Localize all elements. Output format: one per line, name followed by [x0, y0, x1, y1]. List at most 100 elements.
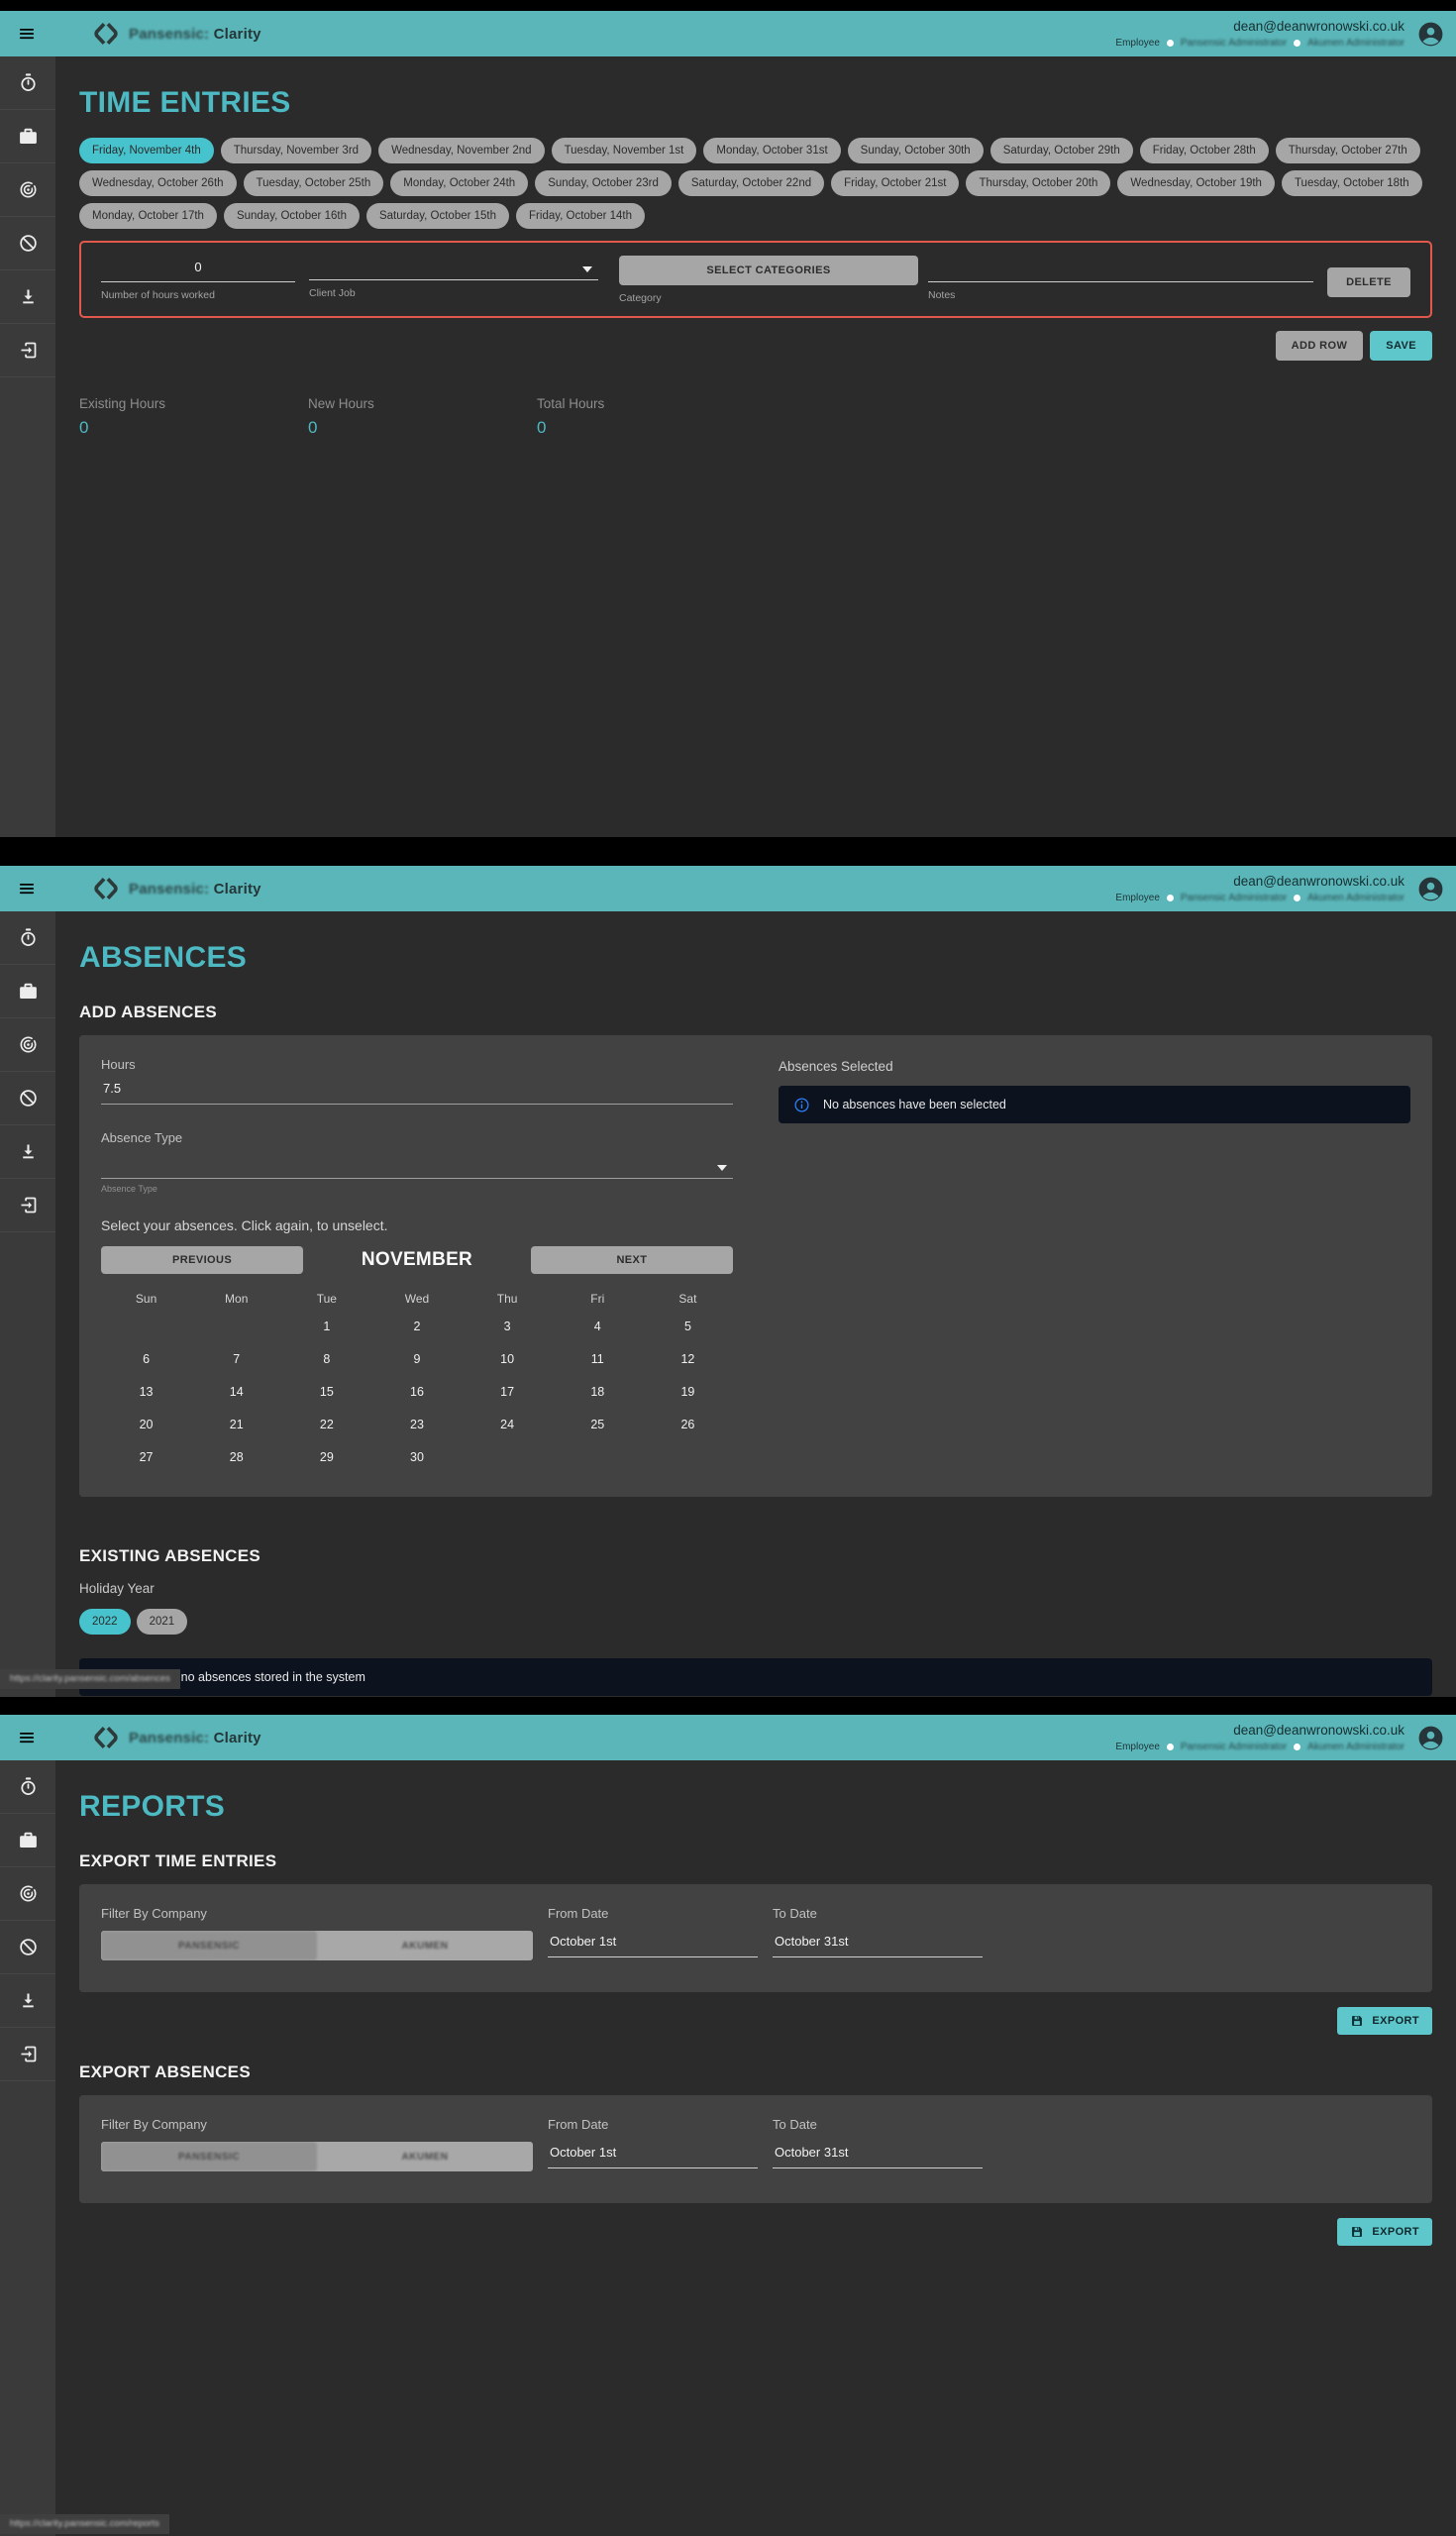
- save-button[interactable]: SAVE: [1370, 331, 1432, 361]
- sidebar-item-briefcase[interactable]: [0, 965, 55, 1018]
- sidebar-item-exit[interactable]: [0, 2028, 55, 2081]
- calendar-day[interactable]: 25: [553, 1408, 643, 1440]
- sidebar-item-track[interactable]: [0, 1018, 55, 1072]
- calendar-day[interactable]: 21: [191, 1408, 281, 1440]
- calendar-day[interactable]: 11: [553, 1342, 643, 1375]
- calendar-day[interactable]: 13: [101, 1375, 191, 1408]
- day-chip[interactable]: Monday, October 31st: [703, 138, 840, 163]
- export-time-entries-button[interactable]: EXPORT: [1337, 2007, 1432, 2035]
- calendar-day[interactable]: 20: [101, 1408, 191, 1440]
- calendar-day[interactable]: 17: [463, 1375, 553, 1408]
- account-icon[interactable]: [1417, 21, 1444, 48]
- add-row-button[interactable]: ADD ROW: [1276, 331, 1364, 361]
- calendar-day[interactable]: 22: [281, 1408, 371, 1440]
- calendar-day[interactable]: 6: [101, 1342, 191, 1375]
- day-chip[interactable]: Wednesday, November 2nd: [378, 138, 545, 163]
- calendar-day[interactable]: 29: [281, 1440, 371, 1473]
- day-chip[interactable]: Saturday, October 29th: [990, 138, 1133, 163]
- company-option-akumen[interactable]: AKUMEN: [317, 2142, 533, 2171]
- day-chip[interactable]: Tuesday, November 1st: [552, 138, 697, 163]
- export-absences-button[interactable]: EXPORT: [1337, 2218, 1432, 2246]
- hamburger-menu-button[interactable]: [14, 1725, 40, 1750]
- calendar-next-button[interactable]: NEXT: [531, 1246, 733, 1274]
- day-chip[interactable]: Wednesday, October 19th: [1117, 170, 1275, 196]
- calendar-day[interactable]: 19: [643, 1375, 733, 1408]
- sidebar-item-exit[interactable]: [0, 1179, 55, 1232]
- calendar-day[interactable]: 30: [371, 1440, 462, 1473]
- to-date-input[interactable]: October 31st: [773, 1934, 983, 1957]
- from-date-input[interactable]: October 1st: [548, 1934, 758, 1957]
- day-chip[interactable]: Tuesday, October 25th: [244, 170, 384, 196]
- sidebar-item-block[interactable]: [0, 217, 55, 270]
- sidebar-item-track[interactable]: [0, 1867, 55, 1921]
- sidebar-item-download[interactable]: [0, 1974, 55, 2028]
- sidebar-item-block[interactable]: [0, 1072, 55, 1125]
- sidebar-item-timer[interactable]: [0, 1760, 55, 1814]
- company-option-pansensic[interactable]: PANSENSIC: [101, 1931, 317, 1960]
- holiday-year-chip[interactable]: 2022: [79, 1609, 131, 1635]
- calendar-day[interactable]: 23: [371, 1408, 462, 1440]
- calendar-day[interactable]: 27: [101, 1440, 191, 1473]
- user-role: Employee: [1115, 38, 1159, 49]
- to-date-input[interactable]: October 31st: [773, 2145, 983, 2168]
- day-chip[interactable]: Saturday, October 22nd: [678, 170, 824, 196]
- hours-input[interactable]: [101, 256, 295, 282]
- from-date-input[interactable]: October 1st: [548, 2145, 758, 2168]
- calendar-day[interactable]: 18: [553, 1375, 643, 1408]
- calendar-previous-button[interactable]: PREVIOUS: [101, 1246, 303, 1274]
- day-chip[interactable]: Thursday, October 27th: [1276, 138, 1420, 163]
- day-chip[interactable]: Monday, October 17th: [79, 203, 217, 229]
- holiday-year-chip[interactable]: 2021: [137, 1609, 188, 1635]
- day-chip[interactable]: Sunday, October 16th: [224, 203, 360, 229]
- day-chip[interactable]: Saturday, October 15th: [366, 203, 509, 229]
- sidebar-item-track[interactable]: [0, 163, 55, 217]
- absence-type-select[interactable]: [101, 1153, 733, 1179]
- day-chip[interactable]: Monday, October 24th: [390, 170, 528, 196]
- calendar-day[interactable]: 28: [191, 1440, 281, 1473]
- hamburger-menu-button[interactable]: [14, 21, 40, 47]
- calendar-day[interactable]: 26: [643, 1408, 733, 1440]
- delete-button[interactable]: DELETE: [1327, 267, 1410, 297]
- hamburger-menu-button[interactable]: [14, 876, 40, 901]
- sidebar-item-download[interactable]: [0, 270, 55, 324]
- day-chip[interactable]: Sunday, October 23rd: [535, 170, 672, 196]
- calendar-day[interactable]: 24: [463, 1408, 553, 1440]
- company-option-akumen[interactable]: AKUMEN: [317, 1931, 533, 1960]
- notes-input[interactable]: [928, 256, 1313, 282]
- day-chip[interactable]: Thursday, October 20th: [966, 170, 1110, 196]
- calendar-day[interactable]: 16: [371, 1375, 462, 1408]
- calendar-day[interactable]: 10: [463, 1342, 553, 1375]
- select-categories-button[interactable]: SELECT CATEGORIES: [619, 256, 918, 285]
- account-icon[interactable]: [1417, 876, 1444, 902]
- calendar-day[interactable]: 12: [643, 1342, 733, 1375]
- day-chip[interactable]: Thursday, November 3rd: [221, 138, 371, 163]
- sidebar-item-timer[interactable]: [0, 911, 55, 965]
- sidebar-item-block[interactable]: [0, 1921, 55, 1974]
- day-chip[interactable]: Wednesday, October 26th: [79, 170, 237, 196]
- sidebar-item-briefcase[interactable]: [0, 1814, 55, 1867]
- calendar-day[interactable]: 3: [463, 1310, 553, 1342]
- calendar-day[interactable]: 9: [371, 1342, 462, 1375]
- calendar-day[interactable]: 15: [281, 1375, 371, 1408]
- calendar-day[interactable]: 2: [371, 1310, 462, 1342]
- day-chip[interactable]: Sunday, October 30th: [848, 138, 984, 163]
- day-chip[interactable]: Friday, October 28th: [1140, 138, 1269, 163]
- calendar-day[interactable]: 7: [191, 1342, 281, 1375]
- day-chip[interactable]: Friday, November 4th: [79, 138, 214, 163]
- account-icon[interactable]: [1417, 1725, 1444, 1751]
- day-chip[interactable]: Friday, October 21st: [831, 170, 959, 196]
- sidebar-item-timer[interactable]: [0, 56, 55, 110]
- calendar-day[interactable]: 5: [643, 1310, 733, 1342]
- calendar-day[interactable]: 14: [191, 1375, 281, 1408]
- client-job-select[interactable]: [309, 256, 598, 280]
- day-chip[interactable]: Friday, October 14th: [516, 203, 645, 229]
- day-chip[interactable]: Tuesday, October 18th: [1282, 170, 1422, 196]
- absence-hours-input[interactable]: 7.5: [101, 1081, 733, 1105]
- company-option-pansensic[interactable]: PANSENSIC: [101, 2142, 317, 2171]
- sidebar-item-download[interactable]: [0, 1125, 55, 1179]
- sidebar-item-briefcase[interactable]: [0, 110, 55, 163]
- calendar-day[interactable]: 1: [281, 1310, 371, 1342]
- calendar-day[interactable]: 4: [553, 1310, 643, 1342]
- calendar-day[interactable]: 8: [281, 1342, 371, 1375]
- sidebar-item-exit[interactable]: [0, 324, 55, 377]
